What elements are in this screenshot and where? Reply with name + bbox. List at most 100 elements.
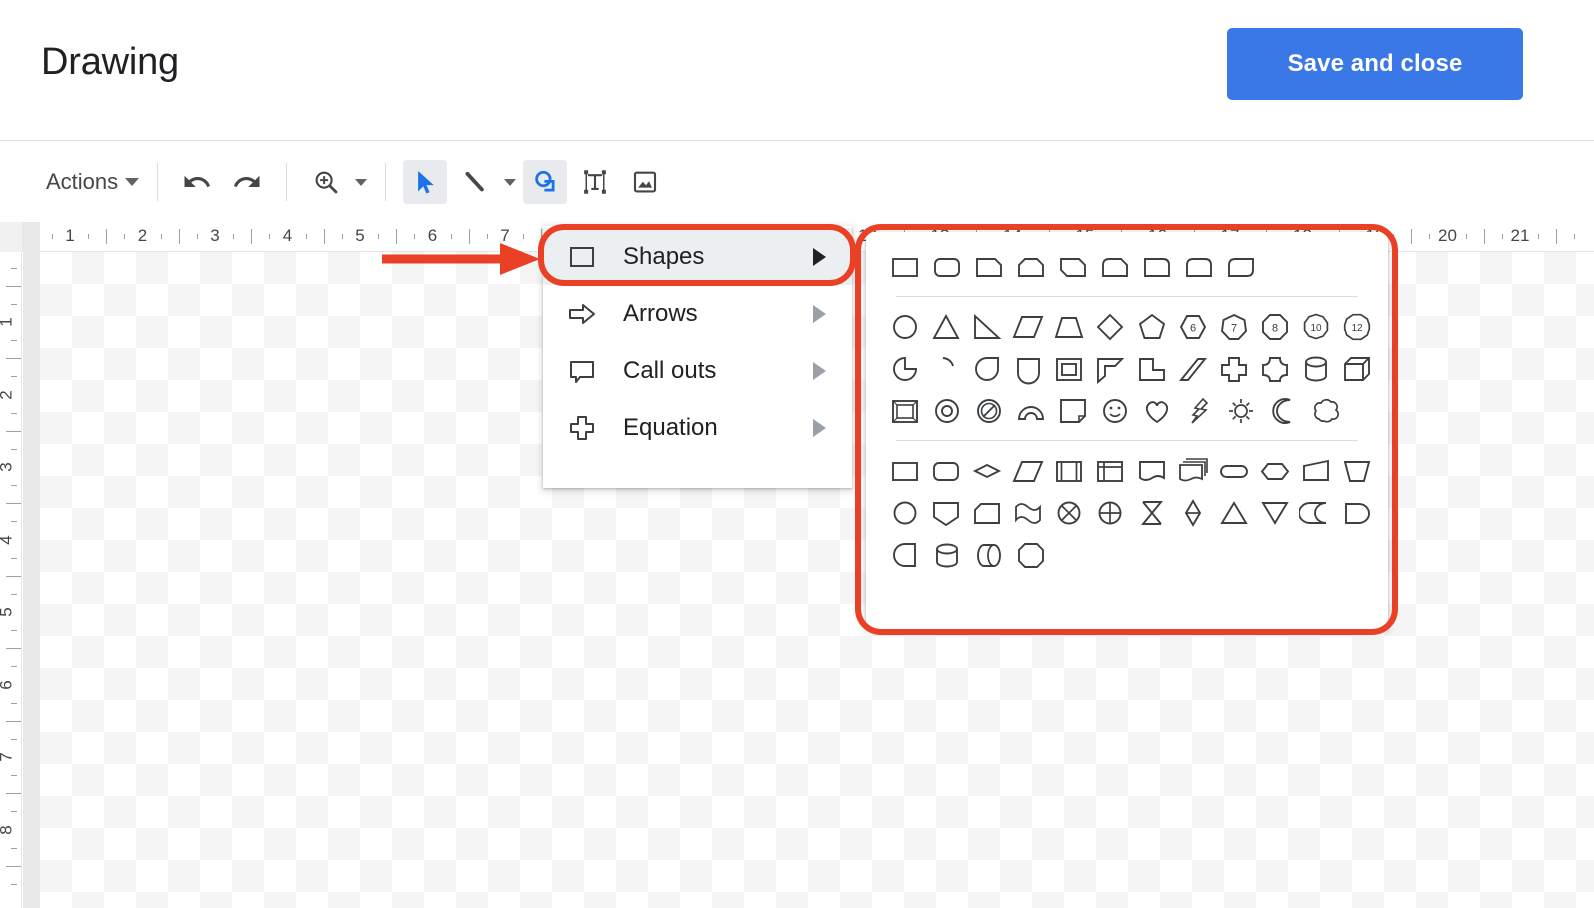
shape-rounded-rectangle[interactable]	[926, 246, 968, 288]
shape-flowchart-alternate-process[interactable]	[925, 450, 966, 492]
insert-image-button[interactable]	[623, 160, 667, 204]
shape-half-frame[interactable]	[1008, 348, 1049, 390]
shape-flowchart-sequential-access-storage[interactable]	[1010, 534, 1052, 576]
shape-flowchart-process[interactable]	[884, 450, 925, 492]
ruler-tick	[6, 865, 21, 867]
shape-flowchart-sort[interactable]	[1172, 492, 1213, 534]
shape-pie[interactable]	[884, 348, 925, 390]
shape-flowchart-multidocument[interactable]	[1172, 450, 1213, 492]
text-box-tool-button[interactable]	[573, 160, 617, 204]
shape-snip-same-side-corner-rectangle[interactable]	[1010, 246, 1052, 288]
shape-flowchart-predefined-process[interactable]	[1049, 450, 1090, 492]
shape-parallelogram[interactable]	[1008, 306, 1049, 348]
menu-item-equation[interactable]: Equation	[543, 399, 852, 456]
chevron-down-icon	[504, 178, 517, 186]
shape-flowchart-decision[interactable]	[966, 450, 1007, 492]
shape-octagon-8[interactable]: 8	[1255, 306, 1296, 348]
shape-flowchart-internal-storage[interactable]	[1090, 450, 1131, 492]
shape-heptagon-7[interactable]: 7	[1213, 306, 1254, 348]
shape-no-symbol[interactable]	[968, 390, 1010, 432]
shape-flowchart-punched-tape[interactable]	[1008, 492, 1049, 534]
shape-donut[interactable]	[926, 390, 968, 432]
menu-item-arrows[interactable]: Arrows	[543, 285, 852, 342]
shape-cloud[interactable]	[1304, 390, 1346, 432]
shape-flowchart-extract[interactable]	[1213, 492, 1254, 534]
shape-flowchart-stored-data[interactable]	[1296, 492, 1337, 534]
shape-flowchart-direct-access-storage[interactable]	[968, 534, 1010, 576]
shape-pentagon[interactable]	[1131, 306, 1172, 348]
shape-round-single-corner-rectangle[interactable]	[1136, 246, 1178, 288]
shape-dodecagon-12[interactable]: 12	[1337, 306, 1378, 348]
shape-tool-button[interactable]	[523, 160, 568, 204]
shape-flowchart-manual-operation[interactable]	[1337, 450, 1378, 492]
actions-menu-button[interactable]: Actions	[42, 160, 143, 204]
shape-snip-single-corner-rectangle[interactable]	[968, 246, 1010, 288]
text-box-icon	[584, 170, 607, 194]
shape-cylinder[interactable]	[1296, 348, 1337, 390]
shape-flowchart-magnetic-disk[interactable]	[926, 534, 968, 576]
menu-item-shapes[interactable]: Shapes	[543, 228, 852, 285]
shape-snip-diagonal-corner-rectangle[interactable]	[1052, 246, 1094, 288]
ruler-tick	[11, 811, 17, 813]
shape-round-same-side-corner-rectangle[interactable]	[1178, 246, 1220, 288]
redo-button[interactable]	[225, 160, 269, 204]
shape-teardrop[interactable]	[966, 348, 1007, 390]
polygon-number-10: 10	[1311, 323, 1323, 334]
shape-cross[interactable]	[1213, 348, 1254, 390]
shape-flowchart-connector[interactable]	[884, 492, 925, 534]
shape-arc[interactable]	[925, 348, 966, 390]
callout-icon	[567, 356, 609, 386]
shape-rectangle[interactable]	[884, 246, 926, 288]
shape-moon[interactable]	[1262, 390, 1304, 432]
shape-sun[interactable]	[1220, 390, 1262, 432]
shape-flowchart-off-page-connector[interactable]	[925, 492, 966, 534]
undo-button[interactable]	[175, 160, 219, 204]
shape-flowchart-manual-input[interactable]	[1296, 450, 1337, 492]
shape-flowchart-terminator[interactable]	[1213, 450, 1254, 492]
ruler-tick	[11, 557, 17, 559]
shape-diamond[interactable]	[1090, 306, 1131, 348]
shape-trapezoid[interactable]	[1049, 306, 1090, 348]
shape-flowchart-card[interactable]	[966, 492, 1007, 534]
shape-flowchart-merge[interactable]	[1255, 492, 1296, 534]
line-dropdown-button[interactable]	[500, 160, 520, 204]
shape-right-triangle[interactable]	[966, 306, 1007, 348]
shape-decagon-10[interactable]: 10	[1296, 306, 1337, 348]
line-tool-button[interactable]	[453, 160, 497, 204]
shape-frame[interactable]	[1049, 348, 1090, 390]
shape-snip-and-round-single-corner-rectangle[interactable]	[1094, 246, 1136, 288]
shape-flowchart-document[interactable]	[1131, 450, 1172, 492]
shape-flowchart-display[interactable]	[884, 534, 926, 576]
shape-triangle[interactable]	[925, 306, 966, 348]
palette-divider	[896, 440, 1358, 441]
shape-l-shape[interactable]	[1131, 348, 1172, 390]
ruler-label: 1	[0, 317, 17, 326]
shape-round-diagonal-corner-rectangle[interactable]	[1220, 246, 1262, 288]
shape-flowchart-summing-junction[interactable]	[1049, 492, 1090, 534]
shape-corner[interactable]	[1090, 348, 1131, 390]
shape-flowchart-data[interactable]	[1008, 450, 1049, 492]
ruler-tick	[251, 229, 253, 244]
toolbar: Actions	[0, 142, 1594, 222]
shape-flowchart-or[interactable]	[1090, 492, 1131, 534]
shape-plaque-cross[interactable]	[1255, 348, 1296, 390]
zoom-dropdown-button[interactable]	[351, 160, 371, 204]
shape-hexagon-6[interactable]: 6	[1172, 306, 1213, 348]
shape-lightning-bolt[interactable]	[1178, 390, 1220, 432]
shape-flowchart-collate[interactable]	[1131, 492, 1172, 534]
shape-cube[interactable]	[1337, 348, 1378, 390]
shape-flowchart-preparation[interactable]	[1255, 450, 1296, 492]
shape-flowchart-delay[interactable]	[1337, 492, 1378, 534]
shape-folded-corner[interactable]	[1052, 390, 1094, 432]
shape-heart[interactable]	[1136, 390, 1178, 432]
shape-block-arc[interactable]	[1010, 390, 1052, 432]
save-and-close-button[interactable]: Save and close	[1227, 28, 1523, 100]
menu-item-call-outs[interactable]: Call outs	[543, 342, 852, 399]
shape-bevel[interactable]	[884, 390, 926, 432]
shape-smiley-face[interactable]	[1094, 390, 1136, 432]
shape-diagonal-stripe[interactable]	[1172, 348, 1213, 390]
shape-ellipse[interactable]	[884, 306, 925, 348]
vertical-ruler[interactable]: 1 2 3 4 5 6 7 8	[0, 252, 22, 908]
zoom-button[interactable]	[304, 160, 348, 204]
select-tool-button[interactable]	[403, 160, 448, 204]
